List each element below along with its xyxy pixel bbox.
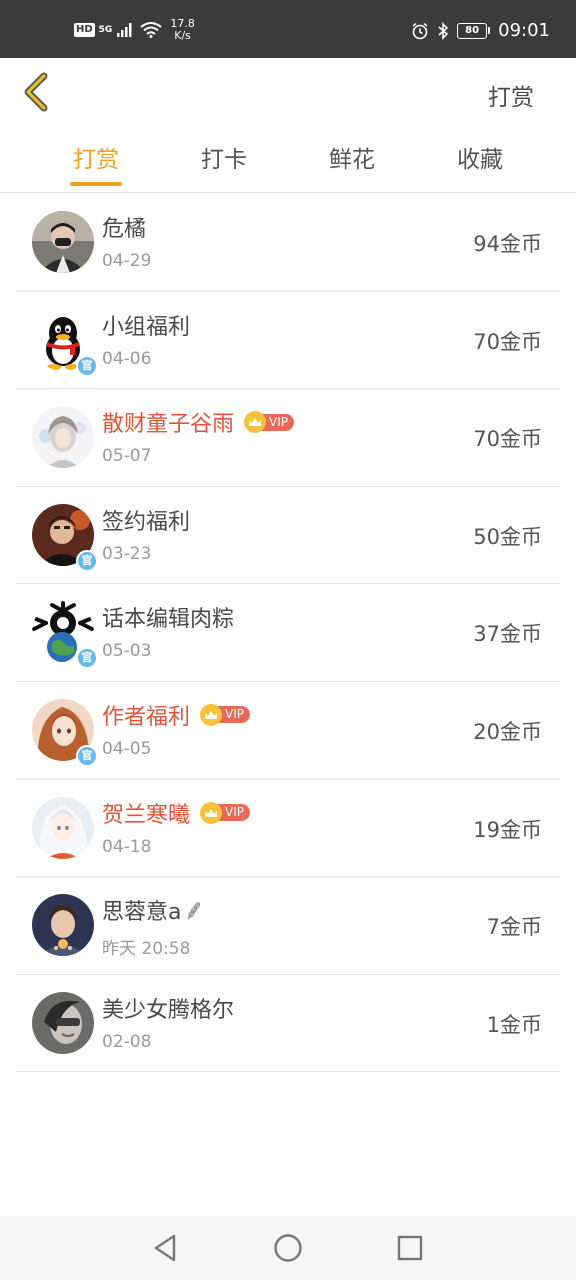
reward-amount: 20金币 <box>473 719 542 744</box>
reward-amount: 37金币 <box>473 622 542 647</box>
battery-tip <box>488 27 491 34</box>
name-line: 思蓉意a <box>102 895 203 925</box>
list-item[interactable]: 思蓉意a 昨天 20:58 7金币 <box>16 877 560 975</box>
active-tab-indicator <box>70 182 122 186</box>
reward-amount: 70金币 <box>473 329 542 354</box>
app-header: 打赏 <box>0 58 576 128</box>
bluetooth-icon <box>438 21 449 40</box>
user-name[interactable]: 贺兰寒曦 <box>102 797 190 829</box>
reward-date: 04-06 <box>102 348 152 369</box>
name-line: 话本编辑肉粽 <box>102 602 234 632</box>
tab-checkin[interactable]: 打卡 <box>169 140 279 174</box>
reward-date: 03-23 <box>102 543 152 564</box>
tab-flowers[interactable]: 鲜花 <box>297 140 407 174</box>
reward-date: 02-08 <box>102 1031 152 1052</box>
network-speed: 17.8 K/s <box>170 18 195 42</box>
user-name[interactable]: 思蓉意a <box>102 894 181 926</box>
reward-date: 04-18 <box>102 836 152 857</box>
crown-icon <box>200 703 223 726</box>
name-line: 美少女腾格尔 <box>102 993 234 1023</box>
official-badge: 官 <box>76 744 98 767</box>
avatar[interactable] <box>32 796 94 859</box>
status-left: HD 5G 17.8 K/s <box>74 18 195 42</box>
name-line: 签约福利 <box>102 505 190 535</box>
battery-level: 80 <box>457 22 488 39</box>
avatar[interactable]: 官 <box>32 698 98 767</box>
reward-date: 昨天 20:58 <box>102 939 191 960</box>
tab-favorites[interactable]: 收藏 <box>425 140 535 174</box>
tab-bar: 打赏 打卡 鲜花 收藏 <box>0 128 576 193</box>
hd-badge: HD <box>74 23 95 37</box>
status-right: 80 09:01 <box>411 20 550 41</box>
user-name[interactable]: 散财童子谷雨 <box>102 406 234 438</box>
wheat-icon <box>187 902 201 920</box>
user-name[interactable]: 话本编辑肉粽 <box>102 601 234 633</box>
nav-back-button[interactable] <box>148 1230 184 1266</box>
list-item[interactable]: 官 小组福利 04-06 70金币 <box>16 292 560 390</box>
network-label: 5G <box>98 25 113 35</box>
user-name[interactable]: 危橘 <box>102 211 146 243</box>
nav-recents-button[interactable] <box>392 1230 428 1266</box>
status-bar: HD 5G 17.8 K/s 80 09:01 <box>0 0 576 58</box>
list-item[interactable]: 官 话本编辑肉粽 05-03 37金币 <box>16 584 560 682</box>
name-line: 作者福利 VIP <box>102 700 250 730</box>
avatar[interactable] <box>32 991 94 1054</box>
name-line: 小组福利 <box>102 310 190 340</box>
reward-date: 05-07 <box>102 446 152 467</box>
vip-badge: VIP <box>244 411 294 434</box>
recents-square-icon <box>397 1235 423 1261</box>
name-line: 贺兰寒曦 VIP <box>102 798 250 828</box>
reward-action-button[interactable]: 打赏 <box>488 78 534 112</box>
reward-date: 04-29 <box>102 251 152 271</box>
signal-icon <box>117 23 132 37</box>
official-badge: 官 <box>76 549 98 572</box>
user-name[interactable]: 美少女腾格尔 <box>102 992 234 1024</box>
alarm-icon <box>412 22 428 39</box>
vip-badge: VIP <box>200 801 250 824</box>
reward-amount: 1金币 <box>486 1012 542 1037</box>
speed-unit: K/s <box>174 29 191 42</box>
reward-date: 04-05 <box>102 738 152 759</box>
list-item[interactable]: 美少女腾格尔 02-08 1金币 <box>16 975 560 1073</box>
official-badge: 官 <box>76 647 98 670</box>
avatar[interactable] <box>32 894 94 957</box>
reward-amount: 50金币 <box>473 524 542 549</box>
back-button[interactable] <box>18 70 58 114</box>
tab-reward[interactable]: 打赏 <box>41 140 151 174</box>
list-item[interactable]: 危橘 04-29 94金币 <box>16 194 560 292</box>
user-name[interactable]: 作者福利 <box>102 699 190 731</box>
avatar[interactable]: 官 <box>32 601 98 670</box>
reward-date: 05-03 <box>102 641 152 662</box>
clock: 09:01 <box>498 20 550 41</box>
home-circle-icon <box>274 1234 302 1262</box>
reward-list: 危橘 04-29 94金币 官 小组福利 04-06 70金币 散财童子谷雨 V… <box>16 194 560 1073</box>
system-nav-bar <box>0 1216 576 1280</box>
avatar[interactable]: 官 <box>32 503 98 572</box>
avatar[interactable]: 官 <box>32 308 98 377</box>
crown-icon <box>200 801 223 824</box>
wifi-icon <box>140 22 162 38</box>
list-item[interactable]: 散财童子谷雨 VIP 05-07 70金币 <box>16 389 560 487</box>
name-line: 危橘 <box>102 212 146 242</box>
list-item[interactable]: 官 作者福利 VIP 04-05 20金币 <box>16 682 560 780</box>
list-item[interactable]: 贺兰寒曦 VIP 04-18 19金币 <box>16 780 560 878</box>
battery-indicator: 80 <box>457 22 491 39</box>
vip-badge: VIP <box>200 703 250 726</box>
list-item[interactable]: 官 签约福利 03-23 50金币 <box>16 487 560 585</box>
avatar[interactable] <box>32 211 94 273</box>
name-line: 散财童子谷雨 VIP <box>102 407 294 437</box>
nav-home-button[interactable] <box>270 1230 306 1266</box>
avatar[interactable] <box>32 406 94 469</box>
chevron-left-icon <box>24 72 48 112</box>
official-badge: 官 <box>76 354 98 377</box>
back-triangle-icon <box>154 1234 176 1262</box>
reward-amount: 7金币 <box>486 915 542 940</box>
user-name[interactable]: 签约福利 <box>102 504 190 536</box>
reward-amount: 70金币 <box>473 427 542 452</box>
user-name[interactable]: 小组福利 <box>102 309 190 341</box>
reward-amount: 19金币 <box>473 817 542 842</box>
reward-amount: 94金币 <box>473 232 542 256</box>
